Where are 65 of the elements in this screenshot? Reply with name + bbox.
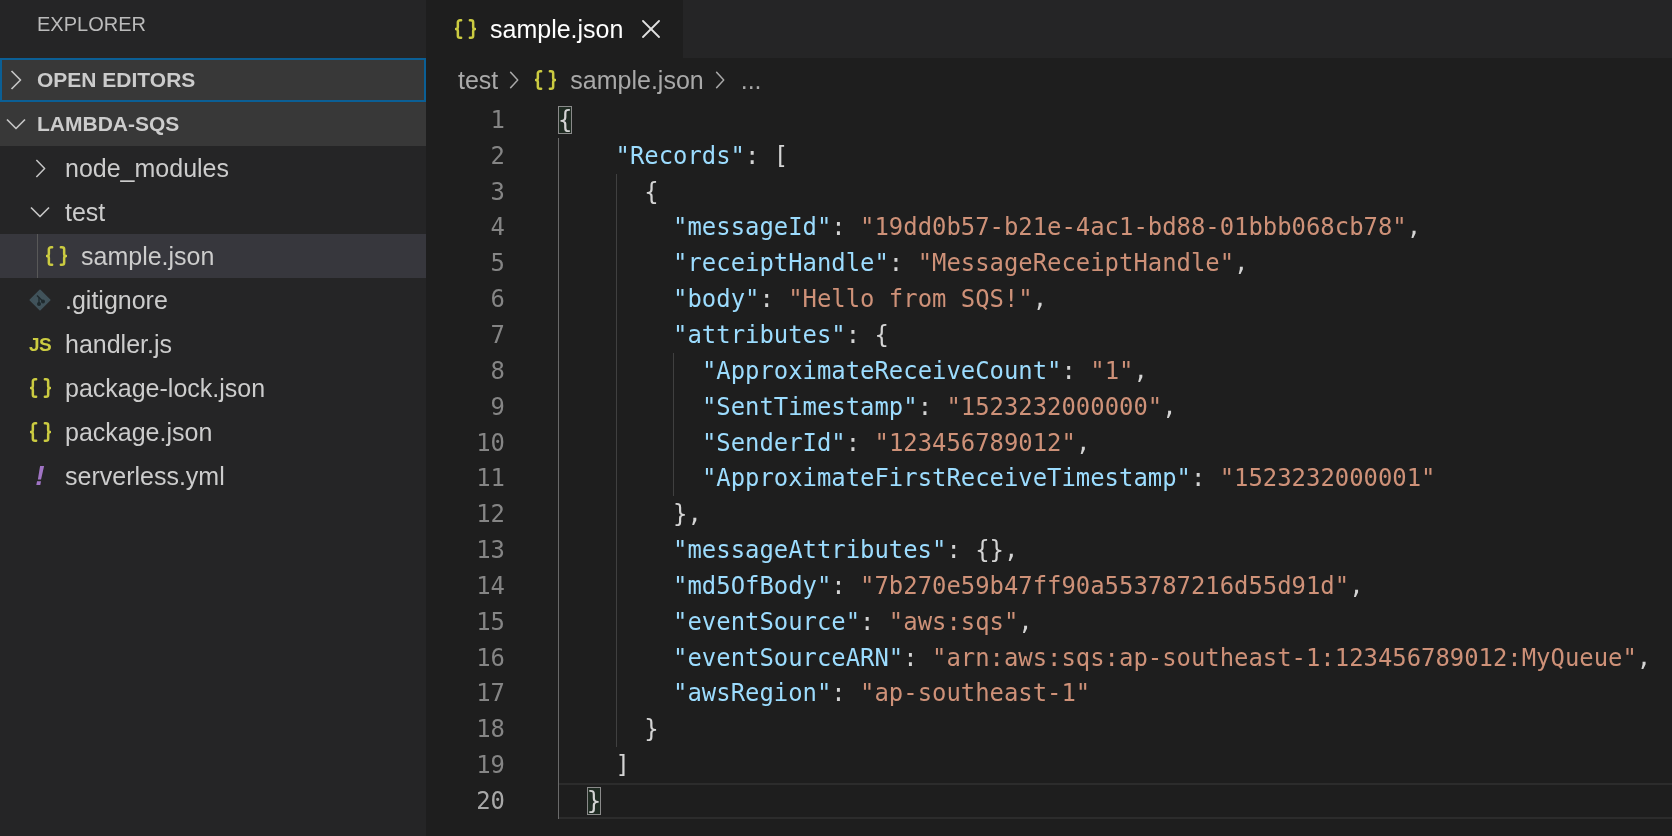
code-line: "ApproximateReceiveCount": "1",: [701, 356, 1148, 385]
code-line: "messageId": "19dd0b57-b21e-4ac1-bd88-01bbb068cb78",: [673, 213, 1422, 242]
file-item[interactable]: package.json: [0, 410, 426, 454]
braces-icon: [29, 378, 51, 398]
close-icon: [642, 20, 661, 38]
code-line: {: [644, 177, 659, 206]
line-number: 20: [475, 786, 505, 815]
code-line: "eventSource": "aws:sqs",: [673, 607, 1033, 636]
line-number: 17: [475, 679, 505, 708]
line-number: 13: [475, 536, 505, 565]
line-number: 9: [489, 392, 505, 421]
line-number: 15: [475, 607, 505, 636]
code-line: "messageAttributes": {},: [673, 536, 1019, 565]
code-line: "attributes": {: [673, 321, 889, 349]
line-number: 11: [475, 464, 505, 493]
section-header[interactable]: LAMBDA-SQS: [0, 102, 426, 146]
file-item[interactable]: .gitignore: [0, 278, 426, 322]
file-item[interactable]: JS handler.js: [0, 322, 426, 366]
line-number: 2: [489, 141, 505, 170]
close-tab-button[interactable]: [642, 20, 661, 38]
braces-icon: [45, 246, 67, 266]
braces-icon: [535, 70, 557, 90]
line-number: 3: [489, 177, 505, 206]
chevron-right-icon: [509, 71, 520, 89]
line-number: 8: [489, 356, 505, 385]
code-line: "eventSourceARN": "arn:aws:sqs:ap-southeast-1:123456789012:MyQueue",: [673, 643, 1652, 672]
line-number: 6: [489, 285, 505, 314]
code-line: }: [644, 715, 659, 744]
folder-item[interactable]: node_modules: [0, 146, 426, 190]
braces-icon: [455, 19, 476, 39]
breadcrumb-item[interactable]: ...: [740, 65, 762, 95]
line-number: 14: [475, 571, 505, 600]
file-item[interactable]: sample.json: [0, 234, 426, 278]
code-line: "md5OfBody": "7b270e59b47ff90a553787216d55d91d",: [673, 571, 1364, 600]
sidebar-title: EXPLORER: [37, 12, 146, 36]
folder-item[interactable]: test: [0, 190, 426, 234]
code-line: "receiptHandle": "MessageReceiptHandle",: [673, 249, 1249, 278]
line-number: 10: [475, 428, 505, 457]
line-number: 16: [475, 643, 505, 672]
diamond-icon: [29, 289, 51, 311]
editor-tab[interactable]: sample.json: [426, 0, 684, 58]
js-icon: JS: [28, 334, 52, 354]
line-number: 4: [489, 213, 505, 242]
code-line: "body": "Hello from SQS!",: [673, 285, 1048, 314]
line-number: 12: [475, 500, 505, 529]
code-line: "SenderId": "123456789012",: [701, 428, 1091, 457]
file-item[interactable]: ! serverless.yml: [0, 454, 426, 498]
code-line: "ApproximateFirstReceiveTimestamp": "1523232000001": [701, 464, 1436, 493]
exclamation-icon: !: [35, 462, 45, 490]
breadcrumb-item[interactable]: sample.json: [535, 65, 704, 95]
code-line: "SentTimestamp": "1523232000000",: [701, 392, 1177, 421]
line-number: 18: [475, 715, 505, 744]
code-line: },: [673, 500, 702, 529]
line-number: 1: [489, 105, 505, 134]
line-number: 7: [489, 321, 505, 349]
line-number: 5: [489, 249, 505, 278]
section-header[interactable]: OPEN EDITORS: [0, 58, 426, 102]
code-line: "awsRegion": "ap-southeast-1": [673, 679, 1091, 708]
braces-icon: [29, 422, 51, 442]
code-line: "Records": [: [615, 141, 789, 170]
breadcrumb-item[interactable]: test: [458, 65, 499, 95]
code-line: ]: [615, 751, 630, 780]
file-item[interactable]: package-lock.json: [0, 366, 426, 410]
line-number: 19: [475, 751, 505, 780]
chevron-right-icon: [714, 71, 725, 89]
